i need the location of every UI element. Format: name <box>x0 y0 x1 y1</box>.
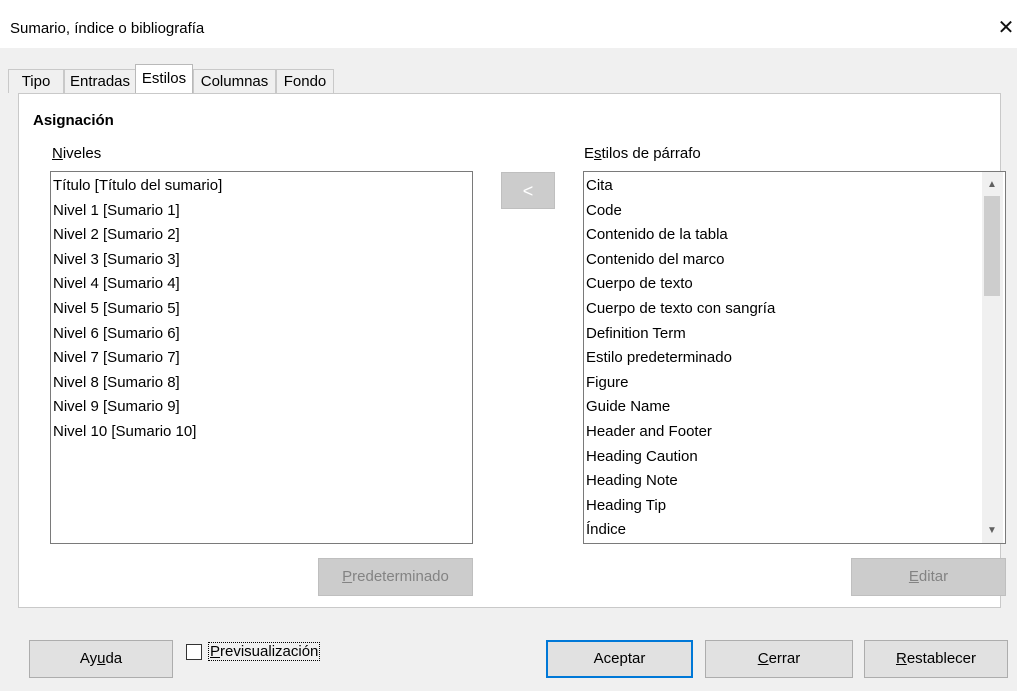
style-item[interactable]: Code <box>584 199 1005 224</box>
style-item[interactable]: Estilo predeterminado <box>584 346 1005 371</box>
level-item-9[interactable]: Nivel 9 [Sumario 9] <box>51 395 472 420</box>
style-item[interactable]: Heading Caution <box>584 445 1005 470</box>
level-item-1[interactable]: Nivel 1 [Sumario 1] <box>51 199 472 224</box>
level-item-8[interactable]: Nivel 8 [Sumario 8] <box>51 371 472 396</box>
style-item[interactable]: Cuerpo de texto <box>584 272 1005 297</box>
style-item[interactable]: Contenido del marco <box>584 248 1005 273</box>
level-item-3[interactable]: Nivel 3 [Sumario 3] <box>51 248 472 273</box>
level-item-7[interactable]: Nivel 7 [Sumario 7] <box>51 346 472 371</box>
window-title: Sumario, índice o bibliografía <box>10 20 205 37</box>
style-item[interactable]: Cita <box>584 174 1005 199</box>
scroll-down-icon[interactable]: ▼ <box>982 522 1002 539</box>
tab-columnas[interactable]: Columnas <box>193 69 276 93</box>
tab-tipo[interactable]: Tipo <box>8 69 64 93</box>
style-item[interactable]: Heading Tip <box>584 494 1005 519</box>
tab-estilos[interactable]: Estilos <box>135 64 193 93</box>
default-button[interactable]: Predeterminado <box>318 558 473 596</box>
section-heading: Asignación <box>33 112 114 129</box>
tab-fondo[interactable]: Fondo <box>276 69 334 93</box>
level-item-2[interactable]: Nivel 2 [Sumario 2] <box>51 223 472 248</box>
level-item-6[interactable]: Nivel 6 [Sumario 6] <box>51 322 472 347</box>
preview-label[interactable]: Previsualización <box>208 642 321 661</box>
level-item-title[interactable]: Título [Título del sumario] <box>51 174 472 199</box>
style-item[interactable]: Cuerpo de texto con sangría <box>584 297 1005 322</box>
titlebar: Sumario, índice o bibliografía ✕ <box>0 0 1017 48</box>
level-item-5[interactable]: Nivel 5 [Sumario 5] <box>51 297 472 322</box>
styles-scrollbar[interactable]: ▲ ▼ <box>982 172 1003 543</box>
assign-style-button[interactable]: < <box>501 172 555 209</box>
tab-entradas[interactable]: Entradas <box>64 69 136 93</box>
style-item[interactable]: Índice <box>584 518 1005 543</box>
style-item[interactable]: Header and Footer <box>584 420 1005 445</box>
levels-list[interactable]: Título [Título del sumario] Nivel 1 [Sum… <box>50 171 473 544</box>
close-button[interactable]: Cerrar <box>705 640 853 678</box>
level-item-4[interactable]: Nivel 4 [Sumario 4] <box>51 272 472 297</box>
scroll-thumb[interactable] <box>984 196 1000 296</box>
reset-button[interactable]: Restablecer <box>864 640 1008 678</box>
help-button[interactable]: Ayuda <box>29 640 173 678</box>
edit-button[interactable]: Editar <box>851 558 1006 596</box>
style-item[interactable]: Guide Name <box>584 395 1005 420</box>
paragraph-styles-list[interactable]: Cita Code Contenido de la tabla Contenid… <box>583 171 1006 544</box>
ok-button[interactable]: Aceptar <box>546 640 693 678</box>
chevron-left-icon: < <box>522 181 534 201</box>
levels-label: Niveles <box>52 145 102 162</box>
paragraph-styles-label: Estilos de párrafo <box>584 145 701 162</box>
style-item[interactable]: Contenido de la tabla <box>584 223 1005 248</box>
style-item[interactable]: Figure <box>584 371 1005 396</box>
close-icon[interactable]: ✕ <box>995 16 1017 40</box>
style-item[interactable]: Heading Note <box>584 469 1005 494</box>
scroll-up-icon[interactable]: ▲ <box>982 176 1002 193</box>
style-item[interactable]: Definition Term <box>584 322 1005 347</box>
level-item-10[interactable]: Nivel 10 [Sumario 10] <box>51 420 472 445</box>
preview-checkbox[interactable] <box>186 644 202 660</box>
